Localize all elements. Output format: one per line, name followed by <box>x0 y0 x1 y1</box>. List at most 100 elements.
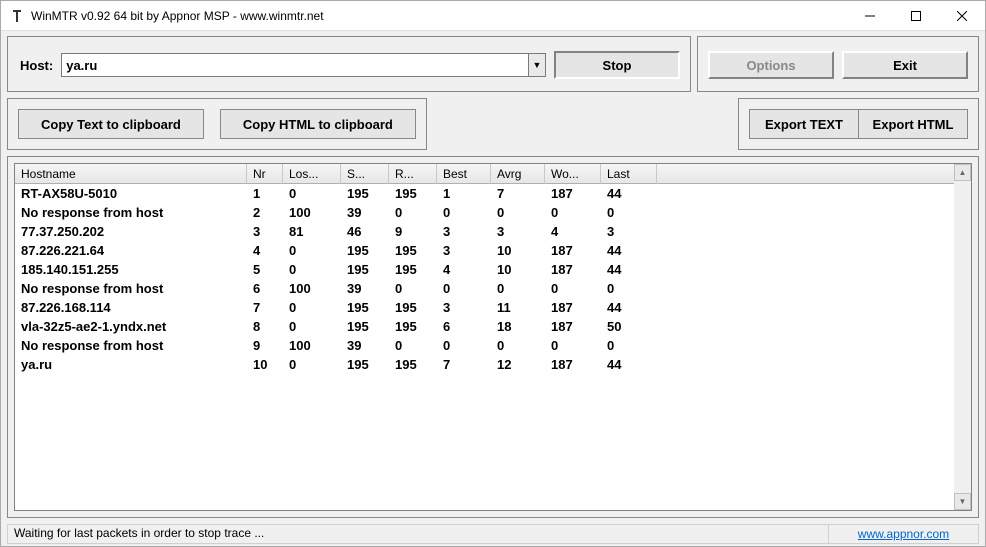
table-cell: 9 <box>389 222 437 241</box>
table-cell: 2 <box>247 203 283 222</box>
column-header[interactable]: S... <box>341 164 389 184</box>
minimize-button[interactable] <box>847 1 893 30</box>
column-header[interactable]: Best <box>437 164 491 184</box>
column-header[interactable]: Wo... <box>545 164 601 184</box>
table-cell: 100 <box>283 279 341 298</box>
table-cell: 0 <box>491 203 545 222</box>
table-row[interactable]: No response from host61003900000 <box>15 279 954 298</box>
column-header[interactable]: Nr <box>247 164 283 184</box>
table-cell: 3 <box>437 298 491 317</box>
table-cell: 1 <box>247 184 283 203</box>
table-cell: 0 <box>491 279 545 298</box>
copy-text-button[interactable]: Copy Text to clipboard <box>18 109 204 139</box>
status-text: Waiting for last packets in order to sto… <box>7 524 829 544</box>
window-title: WinMTR v0.92 64 bit by Appnor MSP - www.… <box>31 9 847 23</box>
copy-html-button[interactable]: Copy HTML to clipboard <box>220 109 416 139</box>
scroll-track[interactable] <box>954 181 971 493</box>
vertical-scrollbar[interactable]: ▲ ▼ <box>954 164 971 510</box>
table-row[interactable]: No response from host21003900000 <box>15 203 954 222</box>
table-cell: 195 <box>389 184 437 203</box>
app-window: WinMTR v0.92 64 bit by Appnor MSP - www.… <box>0 0 986 547</box>
table-row[interactable]: No response from host91003900000 <box>15 336 954 355</box>
top-panel-row: Host: ▼ Stop Options Exit <box>7 36 979 92</box>
table-cell: 44 <box>601 355 657 374</box>
exit-button[interactable]: Exit <box>842 51 968 79</box>
table-cell: 87.226.221.64 <box>15 241 247 260</box>
table-row[interactable]: RT-AX58U-5010101951951718744 <box>15 184 954 203</box>
options-button[interactable]: Options <box>708 51 834 79</box>
table-cell: 187 <box>545 355 601 374</box>
table-cell: RT-AX58U-5010 <box>15 184 247 203</box>
table-cell: 187 <box>545 260 601 279</box>
column-header[interactable]: Avrg <box>491 164 545 184</box>
table-cell: 195 <box>389 317 437 336</box>
maximize-button[interactable] <box>893 1 939 30</box>
column-header[interactable]: R... <box>389 164 437 184</box>
column-header[interactable]: Last <box>601 164 657 184</box>
scroll-down-button[interactable]: ▼ <box>954 493 971 510</box>
scroll-up-button[interactable]: ▲ <box>954 164 971 181</box>
table-cell: 7 <box>247 298 283 317</box>
table-cell: 195 <box>389 355 437 374</box>
table-cell: 44 <box>601 298 657 317</box>
statusbar: Waiting for last packets in order to sto… <box>7 524 979 544</box>
table-cell: 0 <box>601 279 657 298</box>
host-dropdown-arrow[interactable]: ▼ <box>528 53 546 77</box>
table-cell: vla-32z5-ae2-1.yndx.net <box>15 317 247 336</box>
table-cell: 3 <box>491 222 545 241</box>
table-cell: 0 <box>283 260 341 279</box>
table-cell: 77.37.250.202 <box>15 222 247 241</box>
table-cell: 39 <box>341 203 389 222</box>
table-cell: No response from host <box>15 203 247 222</box>
table-cell: 10 <box>247 355 283 374</box>
table-cell: 8 <box>247 317 283 336</box>
table-cell: 7 <box>437 355 491 374</box>
table-cell: 18 <box>491 317 545 336</box>
column-header[interactable]: Hostname <box>15 164 247 184</box>
table-cell: 0 <box>601 336 657 355</box>
table-row[interactable]: 87.226.168.1147019519531118744 <box>15 298 954 317</box>
table-cell: 195 <box>341 355 389 374</box>
table-cell: 0 <box>545 336 601 355</box>
close-button[interactable] <box>939 1 985 30</box>
grid-area: HostnameNrLos...S...R...BestAvrgWo...Las… <box>14 163 972 511</box>
table-row[interactable]: vla-32z5-ae2-1.yndx.net8019519561818750 <box>15 317 954 336</box>
table-cell: 3 <box>437 222 491 241</box>
table-cell: 185.140.151.255 <box>15 260 247 279</box>
table-cell: 0 <box>283 184 341 203</box>
results-table: HostnameNrLos...S...R...BestAvrgWo...Las… <box>15 164 954 510</box>
table-row[interactable]: 185.140.151.2555019519541018744 <box>15 260 954 279</box>
table-cell: 0 <box>389 203 437 222</box>
export-html-button[interactable]: Export HTML <box>858 109 968 139</box>
host-input[interactable] <box>61 53 529 77</box>
table-cell: 46 <box>341 222 389 241</box>
chevron-up-icon: ▲ <box>959 168 967 177</box>
table-cell: 0 <box>283 317 341 336</box>
table-cell: 187 <box>545 317 601 336</box>
table-cell: 0 <box>437 279 491 298</box>
titlebar: WinMTR v0.92 64 bit by Appnor MSP - www.… <box>1 1 985 31</box>
chevron-down-icon: ▼ <box>959 497 967 506</box>
table-cell: 100 <box>283 336 341 355</box>
table-cell: 187 <box>545 184 601 203</box>
column-header[interactable]: Los... <box>283 164 341 184</box>
export-text-button[interactable]: Export TEXT <box>749 109 859 139</box>
status-link[interactable]: www.appnor.com <box>829 524 979 544</box>
host-label: Host: <box>20 58 53 73</box>
table-cell: 0 <box>283 355 341 374</box>
table-cell: 4 <box>437 260 491 279</box>
table-cell: 195 <box>389 298 437 317</box>
table-cell: 0 <box>545 279 601 298</box>
toolbar-row: Copy Text to clipboard Copy HTML to clip… <box>7 98 979 150</box>
table-cell: 4 <box>247 241 283 260</box>
table-row[interactable]: 77.37.250.2023814693343 <box>15 222 954 241</box>
table-cell: 6 <box>247 279 283 298</box>
table-cell: 195 <box>341 317 389 336</box>
table-cell: 3 <box>601 222 657 241</box>
table-cell: 0 <box>601 203 657 222</box>
table-cell: 195 <box>341 298 389 317</box>
table-cell: 7 <box>491 184 545 203</box>
table-row[interactable]: ya.ru10019519571218744 <box>15 355 954 374</box>
table-row[interactable]: 87.226.221.644019519531018744 <box>15 241 954 260</box>
stop-button[interactable]: Stop <box>554 51 680 79</box>
